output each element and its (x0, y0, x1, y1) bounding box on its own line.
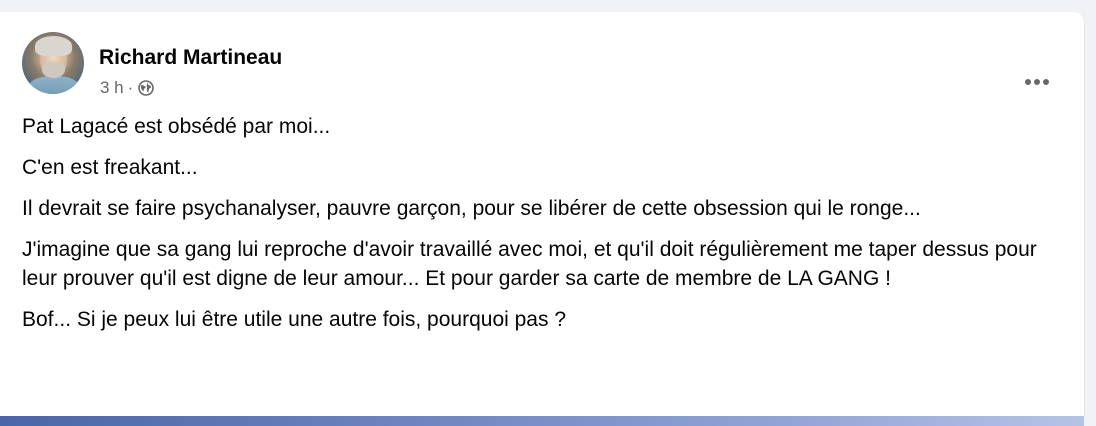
globe-icon[interactable] (138, 80, 155, 96)
author-avatar[interactable] (22, 32, 84, 94)
avatar-beard (42, 62, 65, 78)
post-meta: 3 h · (100, 78, 155, 98)
meta-separator: · (127, 78, 134, 97)
more-options-button[interactable] (1017, 64, 1057, 100)
post-paragraph: J'imagine que sa gang lui reproche d'avo… (22, 238, 1037, 290)
avatar-shirt (28, 76, 80, 94)
post-text: Pat Lagacé est obsédé par moi... C'en es… (22, 112, 1042, 346)
more-options-icon-dot (1043, 79, 1049, 85)
more-options-icon-dot (1034, 79, 1040, 85)
author-name-link[interactable]: Richard Martineau (99, 46, 282, 70)
avatar-hair (35, 36, 72, 56)
post-paragraph: C'en est freakant... (22, 156, 198, 179)
post-paragraph: Pat Lagacé est obsédé par moi... (22, 115, 331, 138)
post-header: Richard Martineau 3 h · (22, 32, 1062, 98)
post-timestamp[interactable]: 3 h (100, 78, 124, 98)
attached-media-edge (0, 416, 1084, 426)
post-paragraph: Bof... Si je peux lui être utile une aut… (22, 308, 567, 331)
more-options-icon (1025, 79, 1031, 85)
post-paragraph: Il devrait se faire psychanalyser, pauvr… (22, 197, 921, 220)
post-card: Richard Martineau 3 h · Pat Lagacé est o… (0, 12, 1084, 416)
